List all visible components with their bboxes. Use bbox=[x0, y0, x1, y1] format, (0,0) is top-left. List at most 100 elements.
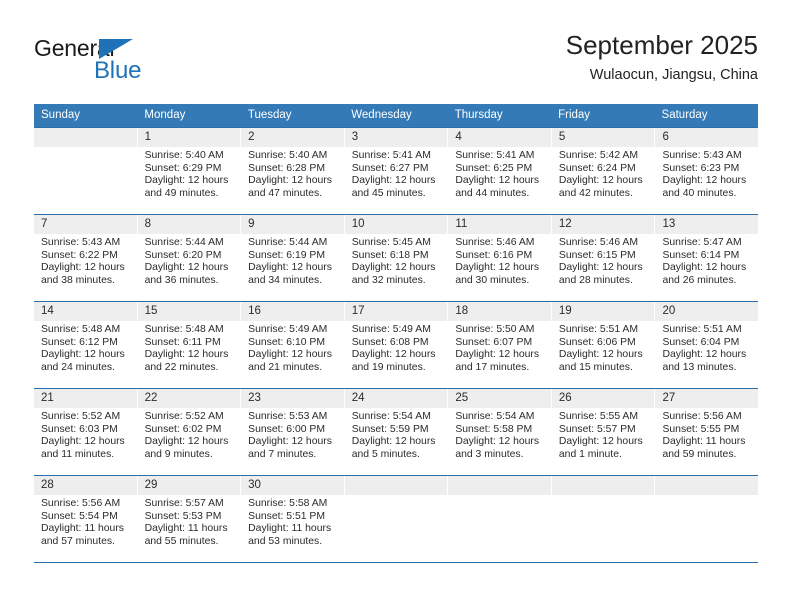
day-cell[interactable]: 6 Sunrise: 5:43 AM Sunset: 6:23 PM Daylight… bbox=[655, 128, 759, 214]
day-cell[interactable]: 17 Sunrise: 5:49 AM Sunset: 6:08 PM Dayligh… bbox=[344, 302, 449, 388]
day-daylight-line1-text: Daylight: 12 hours bbox=[558, 436, 643, 448]
day-cell[interactable]: 15 Sunrise: 5:48 AM Sunset: 6:11 PM Dayligh… bbox=[137, 302, 242, 388]
day-cell[interactable]: 28 Sunrise: 5:56 AM Sunset: 5:54 PM Dayligh… bbox=[34, 476, 138, 562]
day-sunrise-text: Sunrise: 5:54 AM bbox=[455, 411, 535, 422]
day-number: 13 bbox=[655, 215, 759, 234]
day-daylight-line2-text: and 30 minutes. bbox=[455, 274, 530, 286]
day-number: 29 bbox=[137, 476, 241, 495]
day-cell[interactable]: 24 Sunrise: 5:54 AM Sunset: 5:59 PM Dayligh… bbox=[344, 389, 449, 475]
day-sunset-text: Sunset: 6:00 PM bbox=[248, 423, 325, 435]
day-sunrise-text: Sunrise: 5:51 AM bbox=[558, 324, 639, 335]
calendar-grid: Sunday Monday Tuesday Wednesday Thursday Frid… bbox=[34, 104, 759, 563]
calendar-week-row: 7 Sunrise: 5:43 AM Sunset: 6:22 PM Daylight… bbox=[34, 214, 759, 301]
day-number: 6 bbox=[655, 128, 759, 147]
day-sunrise-text: Sunrise: 5:46 AM bbox=[558, 237, 639, 248]
day-cell[interactable]: 9 Sunrise: 5:44 AM Sunset: 6:19 PM Daylight… bbox=[241, 215, 345, 301]
day-number bbox=[34, 128, 137, 147]
day-daylight-line1-text: Daylight: 11 hours bbox=[41, 523, 124, 535]
day-cell[interactable]: 16 Sunrise: 5:49 AM Sunset: 6:10 PM Dayligh… bbox=[241, 302, 345, 388]
day-cell[interactable]: 23 Sunrise: 5:53 AM Sunset: 6:00 PM Dayligh… bbox=[241, 389, 345, 475]
day-info: Sunrise: 5:52 AM Sunset: 6:02 PM Daylight:… bbox=[138, 408, 241, 461]
day-number: 16 bbox=[241, 302, 344, 321]
day-cell[interactable]: 20 Sunrise: 5:51 AM Sunset: 6:04 PM Dayligh… bbox=[655, 302, 759, 388]
day-info: Sunrise: 5:58 AM Sunset: 5:51 PM Daylight:… bbox=[241, 495, 344, 548]
day-sunrise-text: Sunrise: 5:55 AM bbox=[558, 411, 639, 422]
day-cell[interactable]: 8 Sunrise: 5:44 AM Sunset: 6:20 PM Daylight… bbox=[137, 215, 242, 301]
day-daylight-line1-text: Daylight: 12 hours bbox=[351, 175, 436, 187]
day-daylight-line2-text: and 34 minutes. bbox=[248, 274, 323, 286]
day-info: Sunrise: 5:43 AM Sunset: 6:22 PM Daylight:… bbox=[34, 234, 137, 287]
day-daylight-line1-text: Daylight: 12 hours bbox=[558, 175, 643, 187]
day-cell[interactable]: 11 Sunrise: 5:46 AM Sunset: 6:16 PM Dayligh… bbox=[448, 215, 552, 301]
day-number: 9 bbox=[241, 215, 344, 234]
day-daylight-line2-text: and 26 minutes. bbox=[662, 274, 737, 286]
day-sunset-text: Sunset: 6:04 PM bbox=[662, 336, 740, 348]
day-daylight-line1-text: Daylight: 12 hours bbox=[144, 436, 229, 448]
day-number: 2 bbox=[241, 128, 344, 147]
day-sunrise-text: Sunrise: 5:57 AM bbox=[144, 498, 224, 509]
day-cell[interactable]: 25 Sunrise: 5:54 AM Sunset: 5:58 PM Dayligh… bbox=[448, 389, 552, 475]
calendar-week-row: 21 Sunrise: 5:52 AM Sunset: 6:03 PM Dayligh… bbox=[34, 388, 759, 475]
day-daylight-line2-text: and 40 minutes. bbox=[662, 187, 737, 199]
day-info: Sunrise: 5:52 AM Sunset: 6:03 PM Daylight:… bbox=[34, 408, 137, 461]
day-cell-empty bbox=[344, 476, 449, 562]
general-blue-logo[interactable]: General Blue bbox=[34, 36, 204, 92]
day-cell[interactable]: 27 Sunrise: 5:56 AM Sunset: 5:55 PM Dayligh… bbox=[655, 389, 759, 475]
day-cell[interactable]: 13 Sunrise: 5:47 AM Sunset: 6:14 PM Dayligh… bbox=[655, 215, 759, 301]
page-title: September 2025 bbox=[565, 30, 758, 60]
day-cell[interactable]: 1 Sunrise: 5:40 AM Sunset: 6:29 PM Daylight… bbox=[137, 128, 242, 214]
day-daylight-line1-text: Daylight: 12 hours bbox=[41, 349, 125, 361]
calendar-bottom-rule bbox=[34, 562, 758, 563]
day-info: Sunrise: 5:51 AM Sunset: 6:06 PM Daylight:… bbox=[552, 321, 655, 374]
day-cell[interactable]: 2 Sunrise: 5:40 AM Sunset: 6:28 PM Daylight… bbox=[241, 128, 345, 214]
day-cell[interactable]: 29 Sunrise: 5:57 AM Sunset: 5:53 PM Dayligh… bbox=[137, 476, 242, 562]
day-info: Sunrise: 5:41 AM Sunset: 6:25 PM Daylight:… bbox=[448, 147, 551, 200]
day-sunrise-text: Sunrise: 5:53 AM bbox=[248, 411, 328, 422]
day-sunset-text: Sunset: 6:24 PM bbox=[558, 162, 636, 174]
day-cell-empty bbox=[551, 476, 656, 562]
day-daylight-line1-text: Daylight: 11 hours bbox=[662, 436, 746, 448]
day-cell[interactable]: 12 Sunrise: 5:46 AM Sunset: 6:15 PM Dayligh… bbox=[551, 215, 656, 301]
day-daylight-line1-text: Daylight: 12 hours bbox=[248, 262, 332, 274]
day-sunset-text: Sunset: 6:25 PM bbox=[455, 162, 533, 174]
day-cell[interactable]: 21 Sunrise: 5:52 AM Sunset: 6:03 PM Dayligh… bbox=[34, 389, 138, 475]
day-info: Sunrise: 5:54 AM Sunset: 5:58 PM Daylight:… bbox=[448, 408, 551, 461]
day-cell[interactable]: 4 Sunrise: 5:41 AM Sunset: 6:25 PM Daylight… bbox=[448, 128, 552, 214]
day-cell[interactable]: 10 Sunrise: 5:45 AM Sunset: 6:18 PM Dayligh… bbox=[344, 215, 449, 301]
day-cell[interactable]: 30 Sunrise: 5:58 AM Sunset: 5:51 PM Dayligh… bbox=[241, 476, 345, 562]
day-number: 15 bbox=[137, 302, 241, 321]
day-sunrise-text: Sunrise: 5:44 AM bbox=[144, 237, 224, 248]
day-cell[interactable]: 19 Sunrise: 5:51 AM Sunset: 6:06 PM Dayligh… bbox=[551, 302, 656, 388]
day-sunset-text: Sunset: 5:55 PM bbox=[662, 423, 740, 435]
day-sunrise-text: Sunrise: 5:41 AM bbox=[455, 150, 535, 161]
day-cell[interactable]: 22 Sunrise: 5:52 AM Sunset: 6:02 PM Dayligh… bbox=[137, 389, 242, 475]
day-sunrise-text: Sunrise: 5:43 AM bbox=[41, 237, 121, 248]
day-sunset-text: Sunset: 6:06 PM bbox=[558, 336, 636, 348]
day-sunrise-text: Sunrise: 5:44 AM bbox=[248, 237, 328, 248]
day-cell[interactable]: 7 Sunrise: 5:43 AM Sunset: 6:22 PM Daylight… bbox=[34, 215, 138, 301]
day-daylight-line2-text: and 38 minutes. bbox=[41, 274, 115, 286]
day-daylight-line2-text: and 24 minutes. bbox=[41, 361, 115, 373]
day-sunrise-text: Sunrise: 5:40 AM bbox=[144, 150, 224, 161]
day-cell[interactable]: 14 Sunrise: 5:48 AM Sunset: 6:12 PM Dayligh… bbox=[34, 302, 138, 388]
day-sunset-text: Sunset: 6:29 PM bbox=[144, 162, 222, 174]
weekday-header-row: Sunday Monday Tuesday Wednesday Thursday Frid… bbox=[34, 104, 758, 127]
calendar-page: General Blue September 2025 Wulaocun, Ji… bbox=[0, 0, 792, 612]
day-daylight-line1-text: Daylight: 12 hours bbox=[662, 349, 747, 361]
day-daylight-line2-text: and 57 minutes. bbox=[41, 535, 115, 547]
day-sunset-text: Sunset: 5:57 PM bbox=[558, 423, 636, 435]
day-cell[interactable]: 26 Sunrise: 5:55 AM Sunset: 5:57 PM Dayligh… bbox=[551, 389, 656, 475]
day-daylight-line2-text: and 44 minutes. bbox=[455, 187, 530, 199]
day-cell[interactable]: 5 Sunrise: 5:42 AM Sunset: 6:24 PM Daylight… bbox=[551, 128, 656, 214]
day-cell[interactable]: 18 Sunrise: 5:50 AM Sunset: 6:07 PM Dayligh… bbox=[448, 302, 552, 388]
day-number: 5 bbox=[551, 128, 655, 147]
weekday-header-monday: Monday bbox=[144, 109, 186, 121]
day-sunset-text: Sunset: 6:10 PM bbox=[248, 336, 325, 348]
day-number: 28 bbox=[34, 476, 137, 495]
day-info: Sunrise: 5:46 AM Sunset: 6:16 PM Daylight:… bbox=[448, 234, 551, 287]
day-info: Sunrise: 5:49 AM Sunset: 6:08 PM Daylight:… bbox=[345, 321, 448, 374]
day-sunset-text: Sunset: 5:53 PM bbox=[144, 510, 222, 522]
day-number: 26 bbox=[551, 389, 655, 408]
day-cell[interactable]: 3 Sunrise: 5:41 AM Sunset: 6:27 PM Daylight… bbox=[344, 128, 449, 214]
day-sunset-text: Sunset: 6:23 PM bbox=[662, 162, 740, 174]
